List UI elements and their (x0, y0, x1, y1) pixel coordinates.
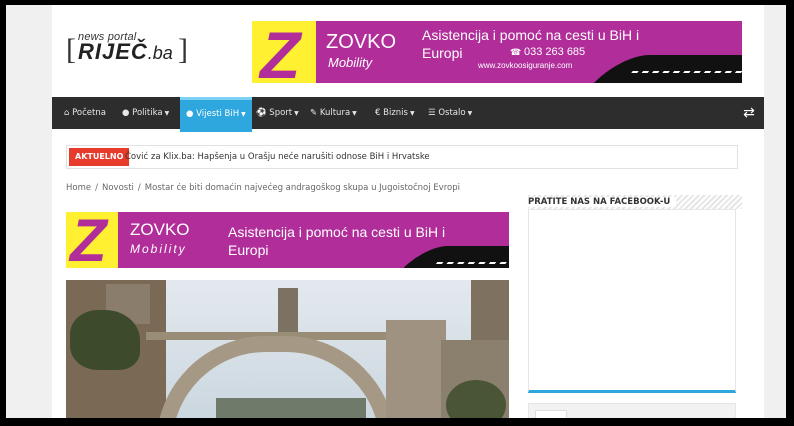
facebook-widget-title-text: PRATITE NAS NA FACEBOOK-U (528, 197, 677, 207)
top-ad-banner[interactable]: Z ZOVKO Mobility Asistencija i pomoć na … (252, 21, 742, 83)
globe-icon: ● (186, 109, 194, 119)
ad-headline-1: Asistencija i pomoć na cesti u BiH i (228, 224, 446, 240)
ad-headline-2: Europi (228, 242, 269, 258)
nav-label: Ostalo (438, 108, 466, 118)
nav-sport[interactable]: ⚽ Sport ▼ (256, 97, 299, 129)
facebook-widget-title: PRATITE NAS NA FACEBOOK-U (528, 195, 742, 209)
breadcrumb-home[interactable]: Home (66, 183, 91, 193)
page: [ news portal RIJEČ.ba ] Z ZOVKO Mobilit… (52, 5, 764, 418)
chevron-down-icon: ▼ (352, 110, 357, 117)
breadcrumb-separator: / (137, 183, 141, 193)
shuffle-icon[interactable]: ⇄ (734, 97, 764, 129)
ad-road-graphic (398, 246, 509, 268)
browser-viewport: [ news portal RIJEČ.ba ] Z ZOVKO Mobilit… (6, 5, 786, 418)
nav-vijesti-bih[interactable]: ● Vijesti BiH ▼ (180, 97, 252, 132)
ad-brand: ZOVKO (130, 220, 190, 239)
nav-label: Kultura (319, 108, 351, 118)
main-nav: ⌂ Početna ● Politika ▼ ● Vijesti BiH ▼ ⚽ S… (52, 97, 764, 132)
nav-label: Biznis (383, 108, 408, 118)
chevron-down-icon: ▼ (241, 111, 246, 118)
logo-main: RIJEČ (78, 39, 148, 64)
chevron-down-icon: ▼ (294, 110, 299, 117)
ball-icon: ⚽ (256, 108, 267, 118)
home-icon: ⌂ (64, 108, 70, 118)
ad-phone: 033 263 685 (524, 46, 586, 58)
nav-label: Sport (269, 108, 293, 118)
nav-ostalo[interactable]: ☰ Ostalo ▼ (428, 97, 472, 129)
breadcrumb-current: Mostar će biti domaćin najvećeg andragoš… (144, 183, 460, 193)
nav-label: Početna (72, 108, 106, 118)
nav-label: Vijesti BiH (196, 109, 240, 119)
breadcrumb-separator: / (95, 183, 98, 193)
breadcrumb-section[interactable]: Novosti (102, 183, 134, 193)
breaking-news-label: AKTUELNO (69, 148, 130, 166)
facebook-widget[interactable] (528, 209, 736, 393)
ad-brand-sub: Mobility (328, 55, 373, 70)
nav-politika[interactable]: ● Politika ▼ (122, 97, 169, 129)
site-logo[interactable]: [ news portal RIJEČ.ba ] (66, 29, 192, 67)
ad-logo-z: Z (66, 212, 118, 268)
chevron-down-icon: ▼ (467, 110, 473, 117)
globe-icon: ● (122, 108, 130, 118)
nav-home[interactable]: ⌂ Početna (64, 97, 106, 129)
logo-bracket-left: [ (66, 33, 76, 66)
article-featured-image[interactable] (66, 280, 509, 418)
nav-label: Politika (132, 108, 163, 118)
ad-headline-2: Europi (422, 45, 463, 61)
breaking-news-link[interactable]: Čović za Klix.ba: Hapšenja u Orašju neće… (125, 146, 430, 168)
breaking-news-ticker: AKTUELNO Čović za Klix.ba: Hapšenja u Or… (66, 145, 738, 169)
ad-url: www.zovkoosiguranje.com (478, 61, 573, 70)
nav-biznis[interactable]: € Biznis ▼ (375, 97, 415, 129)
ad-brand: ZOVKO (326, 31, 397, 53)
phone-icon: ☎ (510, 47, 522, 57)
euro-icon: € (375, 108, 381, 118)
chevron-down-icon: ▼ (409, 110, 415, 117)
logo-wordmark: RIJEČ.ba (78, 39, 173, 65)
theatre-icon: ✎ (310, 108, 318, 118)
sidebar-widget (528, 403, 736, 418)
logo-bracket-right: ] (178, 33, 188, 66)
list-icon: ☰ (428, 108, 436, 118)
breadcrumb: Home / Novosti / Mostar će biti domaćin najv… (66, 183, 460, 193)
ad-headline-1: Asistencija i pomoć na cesti u BiH i (422, 27, 640, 43)
chevron-down-icon: ▼ (164, 110, 170, 117)
logo-tld: .ba (147, 43, 173, 63)
ad-logo-z: Z (252, 21, 316, 83)
nav-kultura[interactable]: ✎ Kultura ▼ (310, 97, 357, 129)
ad-road-graphic (588, 55, 742, 83)
article-ad-banner[interactable]: Z ZOVKO Mobility Asistencija i pomoć na … (66, 212, 509, 268)
ad-brand-sub: Mobility (130, 242, 187, 256)
